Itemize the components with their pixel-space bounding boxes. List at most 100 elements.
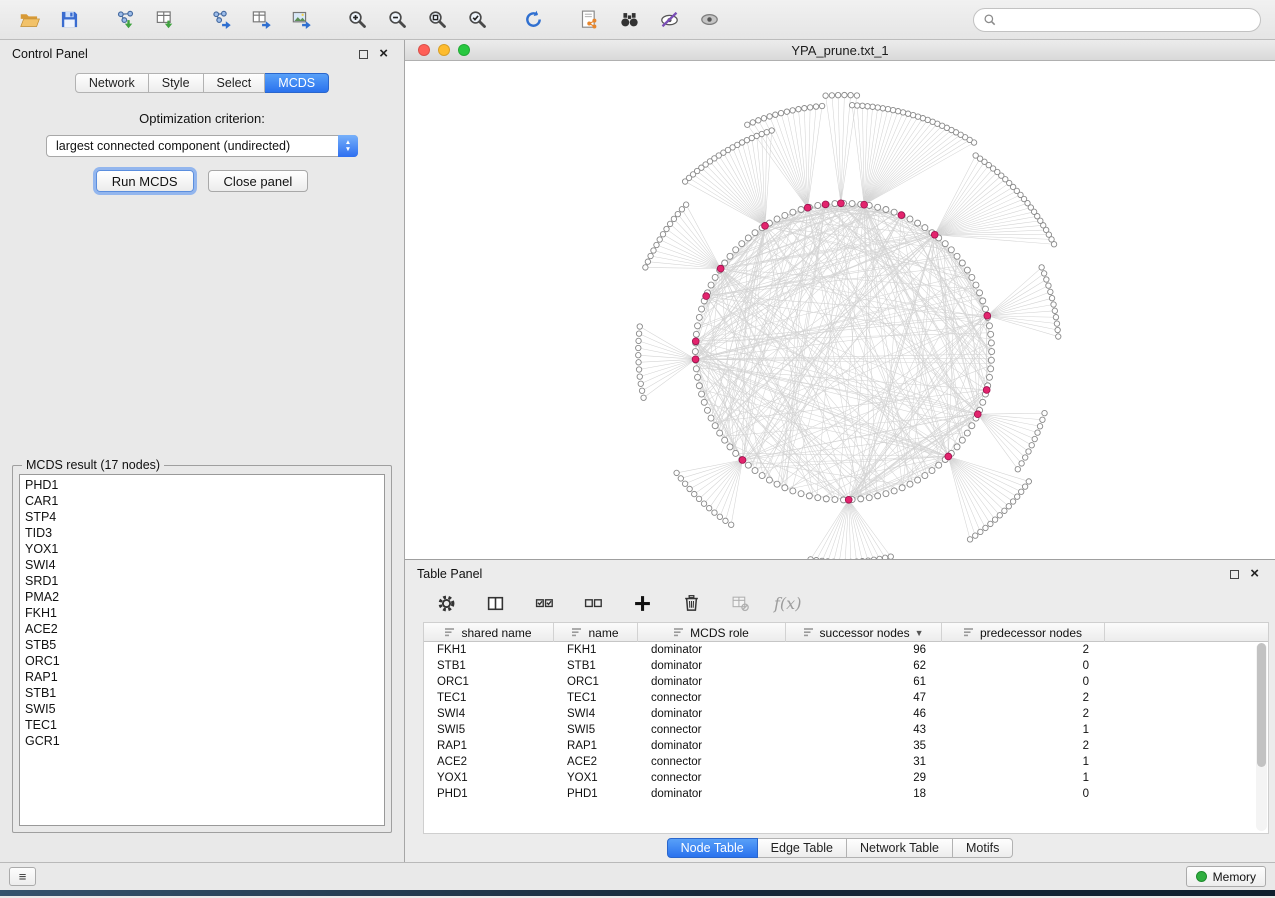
mcds-result-item[interactable]: ORC1 xyxy=(25,653,379,669)
cell-successors: 61 xyxy=(786,676,942,688)
dropdown-stepper-icon: ▲▼ xyxy=(338,135,358,157)
tab-edge-table[interactable]: Edge Table xyxy=(758,838,847,858)
cell-predecessors: 2 xyxy=(942,740,1105,752)
tab-style[interactable]: Style xyxy=(149,73,204,93)
mcds-result-title: MCDS result (17 nodes) xyxy=(22,458,164,472)
criterion-dropdown[interactable]: largest connected component (undirected)… xyxy=(46,135,358,157)
tab-network[interactable]: Network xyxy=(75,73,149,93)
save-icon[interactable] xyxy=(54,5,84,35)
maximize-window-icon[interactable] xyxy=(458,44,470,56)
export-table-icon[interactable] xyxy=(246,5,276,35)
float-panel-icon[interactable] xyxy=(359,50,368,59)
table-row[interactable]: SWI4SWI4dominator462 xyxy=(424,706,1268,722)
zoom-in-icon[interactable] xyxy=(342,5,372,35)
toolbar-group xyxy=(206,5,316,35)
table-row[interactable]: RAP1RAP1dominator352 xyxy=(424,738,1268,754)
memory-button[interactable]: Memory xyxy=(1186,866,1266,887)
mcds-result-item[interactable]: STP4 xyxy=(25,509,379,525)
search-field[interactable] xyxy=(973,8,1261,32)
close-panel-icon[interactable]: × xyxy=(379,49,388,59)
show-all-icon[interactable] xyxy=(694,5,724,35)
table-row[interactable]: ORC1ORC1dominator610 xyxy=(424,674,1268,690)
zoom-selected-icon[interactable] xyxy=(462,5,492,35)
function-builder-button[interactable]: f(x) xyxy=(774,594,801,613)
gear-icon[interactable] xyxy=(431,588,461,618)
export-network-icon[interactable] xyxy=(206,5,236,35)
mcds-result-list[interactable]: PHD1CAR1STP4TID3YOX1SWI4SRD1PMA2FKH1ACE2… xyxy=(19,474,385,826)
mcds-result-item[interactable]: PHD1 xyxy=(25,477,379,493)
column-header-successors[interactable]: successor nodes▼ xyxy=(786,623,942,642)
mcds-result-item[interactable]: YOX1 xyxy=(25,541,379,557)
mcds-result-item[interactable]: PMA2 xyxy=(25,589,379,605)
open-folder-icon[interactable] xyxy=(14,5,44,35)
column-header-shared_name[interactable]: shared name xyxy=(424,623,554,642)
export-image-icon[interactable] xyxy=(286,5,316,35)
run-mcds-button[interactable]: Run MCDS xyxy=(96,170,194,192)
cell-successors: 31 xyxy=(786,756,942,768)
table-row[interactable]: SWI5SWI5connector431 xyxy=(424,722,1268,738)
close-window-icon[interactable] xyxy=(418,44,430,56)
zoom-fit-icon[interactable] xyxy=(422,5,452,35)
status-menu-button[interactable]: ≡ xyxy=(9,867,36,886)
toolbar-group xyxy=(110,5,180,35)
tab-network-table[interactable]: Network Table xyxy=(847,838,953,858)
mcds-result-item[interactable]: GCR1 xyxy=(25,733,379,749)
tab-motifs[interactable]: Motifs xyxy=(953,838,1013,858)
mcds-result-item[interactable]: FKH1 xyxy=(25,605,379,621)
hide-selected-icon[interactable] xyxy=(654,5,684,35)
tab-node-table[interactable]: Node Table xyxy=(667,838,758,858)
mcds-result-item[interactable]: STB1 xyxy=(25,685,379,701)
tab-select[interactable]: Select xyxy=(204,73,266,93)
table-row[interactable]: FKH1FKH1dominator962 xyxy=(424,642,1268,658)
add-icon[interactable] xyxy=(627,588,657,618)
table-row[interactable]: YOX1YOX1connector291 xyxy=(424,770,1268,786)
close-table-panel-icon[interactable]: × xyxy=(1250,569,1259,579)
network-canvas[interactable] xyxy=(405,61,1275,559)
sort-icon xyxy=(445,627,456,638)
show-columns-icon[interactable] xyxy=(480,588,510,618)
select-all-icon[interactable] xyxy=(529,588,559,618)
memory-label: Memory xyxy=(1213,870,1256,884)
table-row[interactable]: PHD1PHD1dominator180 xyxy=(424,786,1268,802)
minimize-window-icon[interactable] xyxy=(438,44,450,56)
table-row[interactable]: TEC1TEC1connector472 xyxy=(424,690,1268,706)
cell-predecessors: 2 xyxy=(942,692,1105,704)
search-input[interactable] xyxy=(1003,13,1251,27)
network-graph[interactable] xyxy=(405,61,1275,559)
mcds-result-item[interactable]: RAP1 xyxy=(25,669,379,685)
table-disabled-icon[interactable] xyxy=(725,588,755,618)
cell-successors: 46 xyxy=(786,708,942,720)
scrollbar-thumb[interactable] xyxy=(1257,643,1266,767)
float-table-panel-icon[interactable] xyxy=(1230,570,1239,579)
zoom-out-icon[interactable] xyxy=(382,5,412,35)
mcds-result-item[interactable]: CAR1 xyxy=(25,493,379,509)
import-table-icon[interactable] xyxy=(150,5,180,35)
table-row[interactable]: ACE2ACE2connector311 xyxy=(424,754,1268,770)
mcds-result-item[interactable]: TID3 xyxy=(25,525,379,541)
close-mcds-panel-button[interactable]: Close panel xyxy=(208,170,309,192)
cell-name: SWI5 xyxy=(554,724,638,736)
deselect-all-icon[interactable] xyxy=(578,588,608,618)
delete-icon[interactable] xyxy=(676,588,706,618)
mcds-result-item[interactable]: SWI5 xyxy=(25,701,379,717)
mcds-result-item[interactable]: SRD1 xyxy=(25,573,379,589)
refresh-icon[interactable] xyxy=(518,5,548,35)
mcds-result-item[interactable]: TEC1 xyxy=(25,717,379,733)
node-table: shared namenameMCDS rolesuccessor nodes▼… xyxy=(423,622,1269,834)
network-view-window: YPA_prune.txt_1 xyxy=(405,40,1275,559)
table-scrollbar[interactable] xyxy=(1256,643,1267,831)
binoculars-icon[interactable] xyxy=(614,5,644,35)
table-row[interactable]: STB1STB1dominator620 xyxy=(424,658,1268,674)
mcds-result-item[interactable]: ACE2 xyxy=(25,621,379,637)
tab-mcds[interactable]: MCDS xyxy=(265,73,329,93)
column-header-name[interactable]: name xyxy=(554,623,638,642)
network-window-titlebar: YPA_prune.txt_1 xyxy=(405,40,1275,61)
share-document-icon[interactable] xyxy=(574,5,604,35)
column-header-role[interactable]: MCDS role xyxy=(638,623,786,642)
cell-role: dominator xyxy=(638,644,786,656)
mcds-result-item[interactable]: SWI4 xyxy=(25,557,379,573)
toolbar-group xyxy=(574,5,724,35)
import-network-icon[interactable] xyxy=(110,5,140,35)
mcds-result-item[interactable]: STB5 xyxy=(25,637,379,653)
column-header-predecessors[interactable]: predecessor nodes xyxy=(942,623,1105,642)
